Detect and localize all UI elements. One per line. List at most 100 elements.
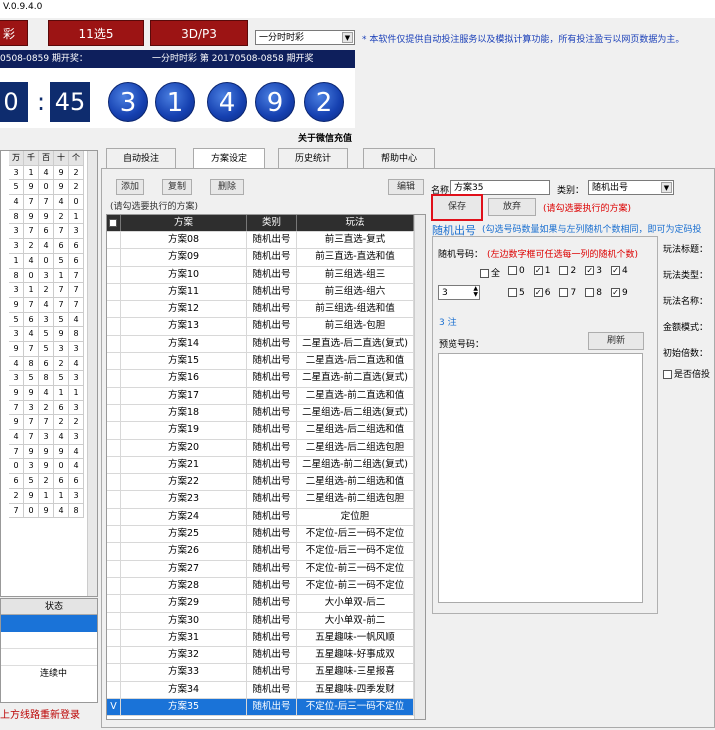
plan-row-check[interactable]	[107, 681, 121, 699]
history-row[interactable]: 99411	[9, 386, 97, 401]
state-row-selected[interactable]	[1, 615, 97, 632]
plan-row[interactable]: 方案32 随机出号 五星趣味-好事成双	[107, 647, 425, 665]
plan-row[interactable]: 方案11 随机出号 前三组选-组六	[107, 283, 425, 302]
history-row[interactable]: 31277	[9, 283, 97, 298]
random-count-spinner[interactable]: 3 ▲ ▼	[438, 285, 480, 300]
plan-row-check[interactable]	[107, 664, 121, 681]
history-row[interactable]: 34598	[9, 327, 97, 342]
plan-row-check[interactable]	[107, 577, 121, 595]
digit-checkbox-3[interactable]: ✓ 3	[585, 266, 602, 276]
history-row[interactable]: 97533	[9, 341, 97, 357]
state-row[interactable]	[1, 632, 97, 649]
plan-row[interactable]: 方案18 随机出号 二星组选-后二组选(复式)	[107, 404, 425, 423]
plan-row-check[interactable]	[107, 508, 121, 526]
delete-button[interactable]: 删除	[210, 179, 244, 195]
digit-checkbox-0[interactable]: 0	[508, 266, 525, 276]
checkbox[interactable]: ✓	[533, 288, 543, 297]
plan-row[interactable]: 方案29 随机出号 大小单双-后二	[107, 595, 425, 613]
history-row[interactable]: 29113	[9, 488, 97, 504]
plan-row-check[interactable]: V	[107, 699, 121, 716]
plan-row-check[interactable]	[107, 387, 121, 404]
plan-row[interactable]: 方案15 随机出号 二星直选-后二直选和值	[107, 353, 425, 371]
digit-checkbox-1[interactable]: ✓ 1	[533, 266, 550, 276]
plan-row[interactable]: 方案20 随机出号 二星组选-后二组选包胆	[107, 439, 425, 457]
history-row[interactable]: 97722	[9, 415, 97, 431]
plan-row[interactable]: 方案19 随机出号 二星组选-后二组选和值	[107, 422, 425, 440]
plan-row-check[interactable]	[107, 543, 121, 560]
tab-auto-bet[interactable]: 自动投注	[106, 148, 176, 168]
plan-row[interactable]: 方案23 随机出号 二星组选-前二组选包胆	[107, 491, 425, 509]
name-input[interactable]: 方案35	[450, 180, 550, 195]
plan-row-check[interactable]	[107, 249, 121, 266]
history-row[interactable]: 65266	[9, 474, 97, 489]
checkbox[interactable]	[585, 288, 595, 297]
plan-row[interactable]: 方案34 随机出号 五星趣味-四季发财	[107, 681, 425, 700]
plan-row-check[interactable]	[107, 474, 121, 491]
plan-row-check[interactable]	[107, 318, 121, 335]
checkbox-double[interactable]	[663, 370, 672, 379]
plan-row[interactable]: 方案31 随机出号 五星趣味-一帆风顺	[107, 629, 425, 648]
plan-row[interactable]: 方案33 随机出号 五星趣味-三星报喜	[107, 664, 425, 682]
history-row[interactable]: 79994	[9, 444, 97, 460]
double-bet-checkbox[interactable]: 是否倍投	[663, 367, 710, 380]
state-row[interactable]	[1, 649, 97, 666]
history-row[interactable]: 48624	[9, 356, 97, 372]
history-row[interactable]: 59092	[9, 180, 97, 196]
history-row[interactable]: 32466	[9, 239, 97, 254]
tab-help-center[interactable]: 帮助中心	[363, 148, 435, 168]
history-row[interactable]: 47343	[9, 430, 97, 445]
plan-row[interactable]: 方案25 随机出号 不定位-后三一码不定位	[107, 526, 425, 544]
digit-checkbox-8[interactable]: 8	[585, 288, 602, 298]
plan-row-check[interactable]	[107, 266, 121, 283]
plan-row[interactable]: 方案22 随机出号 二星组选-前二组选和值	[107, 474, 425, 492]
copy-button[interactable]: 复制	[162, 179, 192, 195]
history-row[interactable]: 35853	[9, 371, 97, 386]
plan-row-check[interactable]	[107, 526, 121, 543]
plan-row[interactable]: 方案21 随机出号 二星组选-前二组选(复式)	[107, 456, 425, 475]
refresh-button[interactable]: 刷新	[588, 332, 644, 350]
plan-row[interactable]: 方案24 随机出号 定位胆	[107, 508, 425, 527]
plan-row-check[interactable]	[107, 335, 121, 353]
history-row[interactable]: 31492	[9, 165, 97, 181]
tab-history-stats[interactable]: 历史统计	[278, 148, 348, 168]
digit-checkbox-4[interactable]: ✓ 4	[610, 266, 628, 276]
plan-row-check[interactable]	[107, 595, 121, 612]
history-row[interactable]: 80317	[9, 268, 97, 284]
checkbox[interactable]	[559, 266, 569, 275]
digit-checkbox-2[interactable]: 2	[559, 266, 576, 276]
category-select[interactable]: 随机出号 ▼	[588, 180, 674, 195]
plan-row-check[interactable]	[107, 232, 121, 249]
lottery-button-11x5[interactable]: 11选5	[48, 20, 144, 46]
plan-row[interactable]: 方案17 随机出号 二星直选-前二直选和值	[107, 387, 425, 405]
history-row[interactable]: 89921	[9, 209, 97, 225]
history-row[interactable]: 14056	[9, 253, 97, 269]
plan-row[interactable]: V 方案35 随机出号 不定位-后三一码不定位	[107, 699, 425, 717]
history-row[interactable]: 56354	[9, 312, 97, 328]
plan-row[interactable]: 方案27 随机出号 不定位-前三一码不定位	[107, 560, 425, 578]
digit-checkbox-7[interactable]: 7	[559, 288, 576, 298]
save-button[interactable]: 保存	[431, 194, 483, 221]
plan-row-check[interactable]	[107, 353, 121, 370]
plan-row[interactable]: 方案08 随机出号 前三直选-复式	[107, 232, 425, 250]
digit-checkbox-6[interactable]: ✓ 6	[533, 288, 550, 298]
checkbox[interactable]	[508, 288, 517, 297]
spinner-arrows-icon[interactable]: ▲ ▼	[473, 286, 478, 298]
plan-row[interactable]: 方案28 随机出号 不定位-前三一码不定位	[107, 577, 425, 596]
checkbox[interactable]: ✓	[585, 266, 595, 275]
history-row[interactable]: 37673	[9, 224, 97, 240]
plan-row-check[interactable]	[107, 491, 121, 508]
digit-checkbox-9[interactable]: ✓ 9	[610, 288, 628, 298]
history-scrollbar[interactable]	[87, 151, 97, 596]
plan-grid-scrollbar[interactable]	[414, 215, 425, 719]
history-row[interactable]: 03904	[9, 459, 97, 475]
plan-row-check[interactable]	[107, 301, 121, 318]
plan-row-check[interactable]	[107, 422, 121, 439]
plan-row[interactable]: 方案10 随机出号 前三组选-组三	[107, 266, 425, 284]
header-checkbox[interactable]	[107, 215, 121, 231]
edit-button[interactable]: 编辑	[388, 179, 424, 195]
history-row[interactable]: 70948	[9, 503, 97, 519]
plan-row-check[interactable]	[107, 439, 121, 456]
plan-row-check[interactable]	[107, 560, 121, 577]
plan-row[interactable]: 方案30 随机出号 大小单双-前二	[107, 612, 425, 630]
lottery-button-cai[interactable]: 彩	[0, 20, 28, 46]
